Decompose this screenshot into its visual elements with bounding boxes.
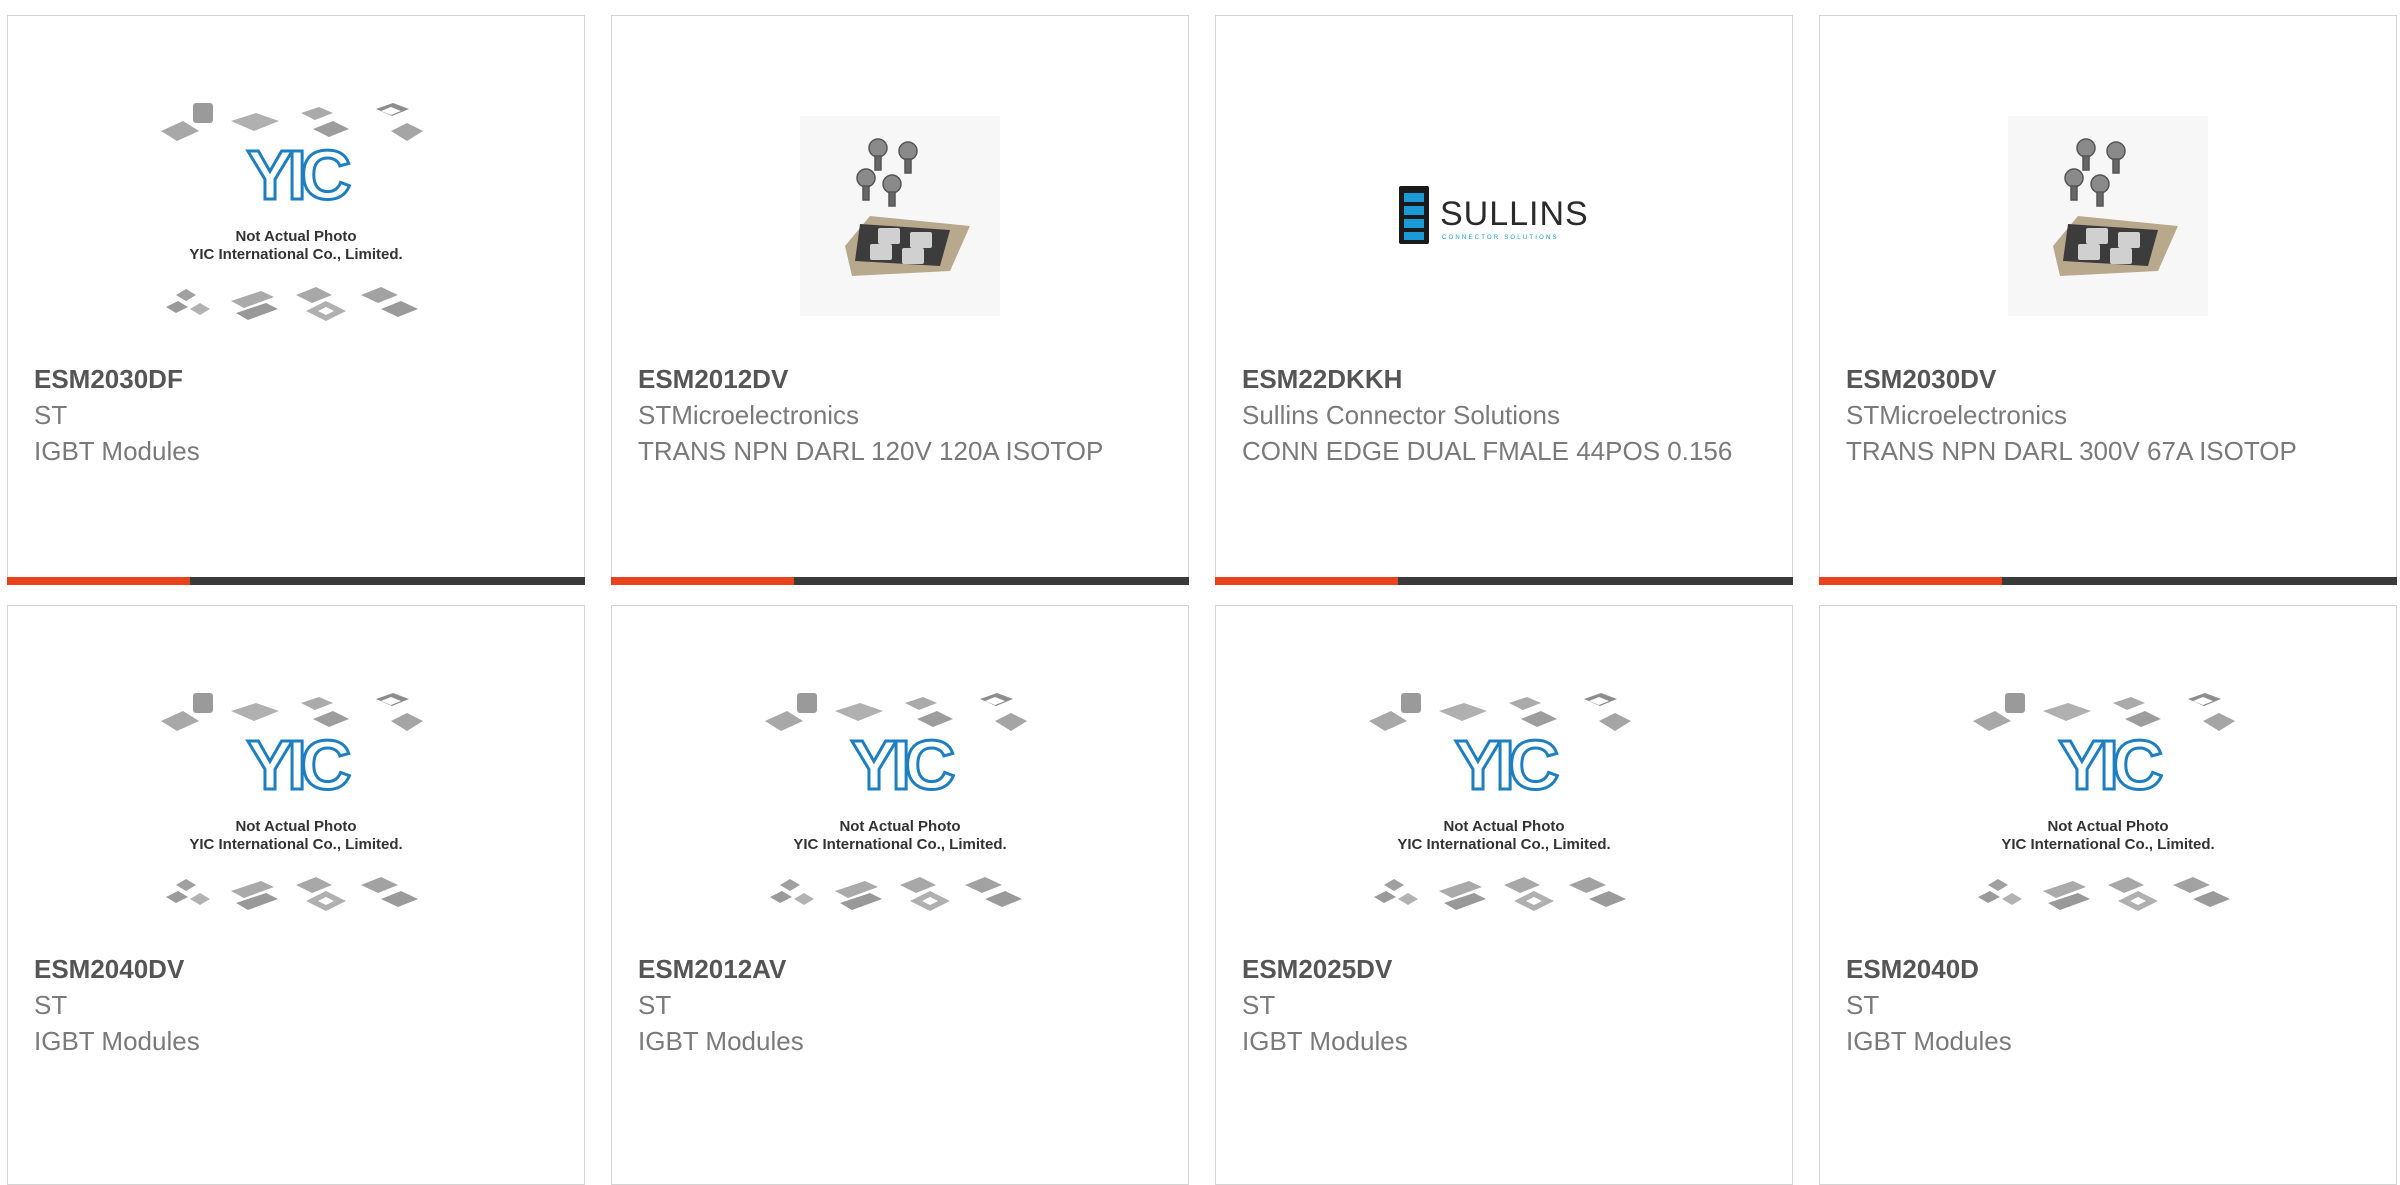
not-actual-photo-image: YIC Not Actual Photo YIC International C…: [1973, 693, 2235, 911]
product-image: [612, 66, 1188, 366]
part-number[interactable]: ESM2030DF: [34, 361, 183, 397]
part-number[interactable]: ESM22DKKH: [1242, 361, 1402, 397]
not-actual-photo-image: YIC Not Actual Photo YIC International C…: [1369, 693, 1631, 911]
manufacturer: ST: [638, 990, 672, 1020]
product-image: YIC Not Actual Photo YIC International C…: [1216, 656, 1792, 956]
part-number[interactable]: ESM2040DV: [34, 951, 184, 987]
description: IGBT Modules: [34, 436, 200, 466]
product-card[interactable]: YIC Not Actual Photo YIC International C…: [1819, 605, 2397, 1185]
product-image: YIC Not Actual Photo YIC International C…: [8, 66, 584, 366]
manufacturer: ST: [1846, 990, 1880, 1020]
svg-text:Not Actual Photo: Not Actual Photo: [235, 228, 356, 245]
product-card[interactable]: YIC Not Actual Photo YIC International C…: [7, 15, 585, 585]
product-image: YIC Not Actual Photo YIC International C…: [8, 656, 584, 956]
manufacturer: Sullins Connector Solutions: [1242, 400, 1560, 430]
svg-text:YIC: YIC: [851, 726, 954, 804]
svg-text:YIC International Co., Limited: YIC International Co., Limited.: [2001, 836, 2214, 853]
description: TRANS NPN DARL 300V 67A ISOTOP: [1846, 436, 2297, 466]
product-image: [1820, 66, 2396, 366]
part-number[interactable]: ESM2040D: [1846, 951, 1979, 987]
svg-text:YIC International Co., Limited: YIC International Co., Limited.: [189, 836, 402, 853]
manufacturer: STMicroelectronics: [638, 400, 860, 430]
product-image: YIC Not Actual Photo YIC International C…: [612, 656, 1188, 956]
product-card[interactable]: ESM2030DV STMicroelectronics TRANS NPN D…: [1819, 15, 2397, 585]
svg-text:YIC: YIC: [2059, 726, 2162, 804]
not-actual-photo-image: YIC Not Actual Photo YIC International C…: [161, 103, 423, 321]
svg-text:YIC: YIC: [247, 726, 350, 804]
card-bottom-bar: [611, 577, 1189, 585]
card-bottom-bar: [1819, 577, 2397, 585]
card-bottom-bar: [7, 577, 585, 585]
part-number[interactable]: ESM2025DV: [1242, 951, 1392, 987]
isotop-module-image: [2008, 116, 2208, 316]
card-bottom-bar: [1215, 577, 1793, 585]
svg-text:Not Actual Photo: Not Actual Photo: [235, 818, 356, 835]
card-accent-bar: [611, 577, 794, 585]
svg-text:CONNECTOR SOLUTIONS: CONNECTOR SOLUTIONS: [1442, 235, 1559, 241]
svg-text:YIC International Co., Limited: YIC International Co., Limited.: [1397, 836, 1610, 853]
manufacturer: STMicroelectronics: [1846, 400, 2068, 430]
product-grid: YIC Not Actual Photo YIC International C…: [0, 0, 2400, 1185]
not-actual-photo-image: YIC Not Actual Photo YIC International C…: [765, 693, 1027, 911]
part-number[interactable]: ESM2012DV: [638, 361, 788, 397]
product-card[interactable]: YIC Not Actual Photo YIC International C…: [1215, 605, 1793, 1185]
product-image: SULLINS CONNECTOR SOLUTIONS: [1216, 66, 1792, 366]
product-card[interactable]: ESM2012DV STMicroelectronics TRANS NPN D…: [611, 15, 1189, 585]
part-number[interactable]: ESM2012AV: [638, 951, 786, 987]
svg-text:YIC: YIC: [247, 136, 350, 214]
product-card[interactable]: YIC Not Actual Photo YIC International C…: [611, 605, 1189, 1185]
svg-text:YIC International Co., Limited: YIC International Co., Limited.: [189, 246, 402, 263]
svg-text:YIC International Co., Limited: YIC International Co., Limited.: [793, 836, 1006, 853]
svg-text:SULLINS: SULLINS: [1440, 195, 1589, 233]
svg-text:Not Actual Photo: Not Actual Photo: [2047, 818, 2168, 835]
card-accent-bar: [7, 577, 190, 585]
card-accent-bar: [1819, 577, 2002, 585]
svg-text:YIC: YIC: [1455, 726, 1558, 804]
svg-text:Not Actual Photo: Not Actual Photo: [1443, 818, 1564, 835]
description: IGBT Modules: [1242, 1026, 1408, 1056]
product-image: YIC Not Actual Photo YIC International C…: [1820, 656, 2396, 956]
description: IGBT Modules: [638, 1026, 804, 1056]
card-accent-bar: [1215, 577, 1398, 585]
description: IGBT Modules: [34, 1026, 200, 1056]
product-card[interactable]: SULLINS CONNECTOR SOLUTIONS ESM22DKKH Su…: [1215, 15, 1793, 585]
manufacturer: ST: [1242, 990, 1276, 1020]
sullins-logo: SULLINS CONNECTOR SOLUTIONS: [1399, 186, 1589, 244]
isotop-module-image: [800, 116, 1000, 316]
product-card[interactable]: YIC Not Actual Photo YIC International C…: [7, 605, 585, 1185]
description: CONN EDGE DUAL FMALE 44POS 0.156: [1242, 436, 1733, 466]
not-actual-photo-image: YIC Not Actual Photo YIC International C…: [161, 693, 423, 911]
manufacturer: ST: [34, 990, 68, 1020]
description: TRANS NPN DARL 120V 120A ISOTOP: [638, 436, 1104, 466]
svg-text:Not Actual Photo: Not Actual Photo: [839, 818, 960, 835]
part-number[interactable]: ESM2030DV: [1846, 361, 1996, 397]
manufacturer: ST: [34, 400, 68, 430]
description: IGBT Modules: [1846, 1026, 2012, 1056]
